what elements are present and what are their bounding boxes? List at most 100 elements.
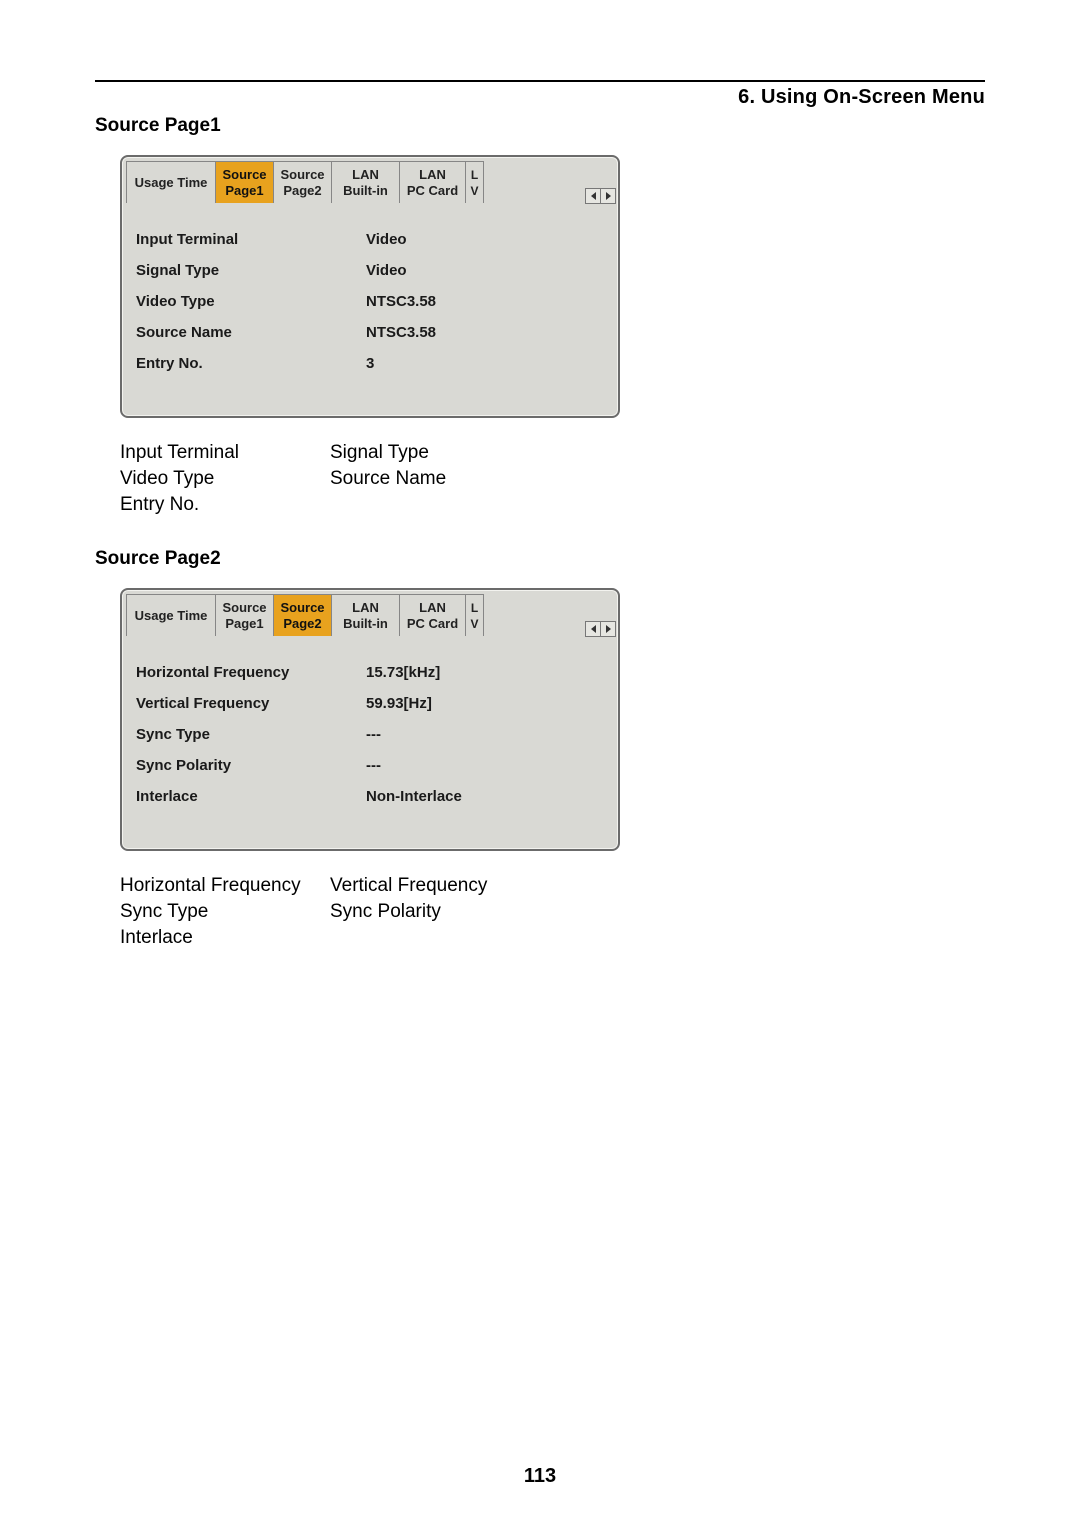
term: Video Type bbox=[120, 466, 330, 492]
info-value: Non-Interlace bbox=[366, 788, 462, 805]
tab-label-line2: Built-in bbox=[343, 183, 388, 199]
tab-label-line1: LAN bbox=[419, 167, 446, 183]
osd-tabbar: Usage Time Source Page1 Source Page2 LAN… bbox=[126, 594, 614, 636]
page-number: 113 bbox=[0, 1465, 1080, 1488]
tab-label-line1: LAN bbox=[352, 167, 379, 183]
tab-lan-pccard[interactable]: LAN PC Card bbox=[400, 594, 466, 636]
tab-label-line1: LAN bbox=[352, 600, 379, 616]
tab-label-line2: PC Card bbox=[407, 183, 458, 199]
info-label: Video Type bbox=[136, 293, 366, 310]
info-row: InterlaceNon-Interlace bbox=[136, 788, 604, 805]
term: Interlace bbox=[120, 925, 330, 951]
tab-scroll-right-button[interactable] bbox=[601, 188, 616, 204]
tab-overflow[interactable]: L V bbox=[466, 161, 484, 203]
tab-label-line1: L bbox=[471, 167, 478, 183]
tab-lan-builtin[interactable]: LAN Built-in bbox=[332, 594, 400, 636]
info-row: Vertical Frequency59.93[Hz] bbox=[136, 695, 604, 712]
info-value: 3 bbox=[366, 355, 374, 372]
osd-body: Input TerminalVideo Signal TypeVideo Vid… bbox=[126, 213, 614, 392]
term: Horizontal Frequency bbox=[120, 873, 330, 899]
section-heading-source-page1: Source Page1 bbox=[95, 115, 985, 137]
info-value: Video bbox=[366, 262, 407, 279]
chapter-title: 6. Using On-Screen Menu bbox=[95, 86, 985, 109]
tab-label-line2: V bbox=[470, 616, 478, 632]
info-label: Source Name bbox=[136, 324, 366, 341]
osd-panel-source-page2: Usage Time Source Page1 Source Page2 LAN… bbox=[120, 588, 620, 851]
info-value: Video bbox=[366, 231, 407, 248]
info-row: Sync Type--- bbox=[136, 726, 604, 743]
tab-label-line1: Source bbox=[222, 600, 266, 616]
tab-label-line2: PC Card bbox=[407, 616, 458, 632]
tab-scroll-arrows bbox=[585, 188, 616, 204]
info-row: Horizontal Frequency15.73[kHz] bbox=[136, 664, 604, 681]
term: Input Terminal bbox=[120, 440, 330, 466]
tab-source-page2[interactable]: Source Page2 bbox=[274, 594, 332, 636]
term: Sync Type bbox=[120, 899, 330, 925]
terms-list-2: Horizontal FrequencyVertical Frequency S… bbox=[120, 873, 985, 951]
tab-label-line2: Page2 bbox=[283, 616, 321, 632]
tab-label-line2: Page1 bbox=[225, 183, 263, 199]
header-rule bbox=[95, 80, 985, 82]
info-row: Sync Polarity--- bbox=[136, 757, 604, 774]
tab-lan-pccard[interactable]: LAN PC Card bbox=[400, 161, 466, 203]
info-label: Sync Polarity bbox=[136, 757, 366, 774]
section-heading-source-page2: Source Page2 bbox=[95, 548, 985, 570]
osd-tabbar: Usage Time Source Page1 Source Page2 LAN… bbox=[126, 161, 614, 203]
chevron-right-icon bbox=[606, 625, 611, 633]
tab-source-page2[interactable]: Source Page2 bbox=[274, 161, 332, 203]
info-value: 15.73[kHz] bbox=[366, 664, 440, 681]
tab-label: Usage Time bbox=[135, 175, 208, 191]
info-label: Sync Type bbox=[136, 726, 366, 743]
info-row: Entry No.3 bbox=[136, 355, 604, 372]
info-value: --- bbox=[366, 726, 381, 743]
tab-usage-time[interactable]: Usage Time bbox=[126, 594, 216, 636]
tab-lan-builtin[interactable]: LAN Built-in bbox=[332, 161, 400, 203]
tab-scroll-arrows bbox=[585, 621, 616, 637]
info-label: Horizontal Frequency bbox=[136, 664, 366, 681]
term bbox=[330, 925, 540, 951]
term: Entry No. bbox=[120, 492, 330, 518]
info-label: Entry No. bbox=[136, 355, 366, 372]
tab-label-line2: V bbox=[470, 183, 478, 199]
info-row: Source NameNTSC3.58 bbox=[136, 324, 604, 341]
info-value: NTSC3.58 bbox=[366, 324, 436, 341]
info-value: 59.93[Hz] bbox=[366, 695, 432, 712]
tab-source-page1[interactable]: Source Page1 bbox=[216, 161, 274, 203]
term: Vertical Frequency bbox=[330, 873, 540, 899]
tab-usage-time[interactable]: Usage Time bbox=[126, 161, 216, 203]
tab-label-line1: Source bbox=[222, 167, 266, 183]
info-label: Signal Type bbox=[136, 262, 366, 279]
term: Signal Type bbox=[330, 440, 540, 466]
info-value: --- bbox=[366, 757, 381, 774]
info-row: Signal TypeVideo bbox=[136, 262, 604, 279]
term: Sync Polarity bbox=[330, 899, 540, 925]
term bbox=[330, 492, 540, 518]
tab-scroll-right-button[interactable] bbox=[601, 621, 616, 637]
osd-body: Horizontal Frequency15.73[kHz] Vertical … bbox=[126, 646, 614, 825]
info-label: Interlace bbox=[136, 788, 366, 805]
document-page: 6. Using On-Screen Menu Source Page1 Usa… bbox=[0, 0, 1080, 1526]
tab-label-line1: L bbox=[471, 600, 478, 616]
tab-label-line2: Built-in bbox=[343, 616, 388, 632]
tab-overflow[interactable]: L V bbox=[466, 594, 484, 636]
info-row: Video TypeNTSC3.58 bbox=[136, 293, 604, 310]
tab-label-line2: Page2 bbox=[283, 183, 321, 199]
tab-label-line1: LAN bbox=[419, 600, 446, 616]
tab-label: Usage Time bbox=[135, 608, 208, 624]
info-row: Input TerminalVideo bbox=[136, 231, 604, 248]
info-label: Vertical Frequency bbox=[136, 695, 366, 712]
terms-list-1: Input TerminalSignal Type Video TypeSour… bbox=[120, 440, 985, 518]
tab-source-page1[interactable]: Source Page1 bbox=[216, 594, 274, 636]
chevron-left-icon bbox=[591, 625, 596, 633]
chevron-left-icon bbox=[591, 192, 596, 200]
term: Source Name bbox=[330, 466, 540, 492]
osd-panel-source-page1: Usage Time Source Page1 Source Page2 LAN… bbox=[120, 155, 620, 418]
tab-scroll-left-button[interactable] bbox=[585, 621, 601, 637]
tab-label-line1: Source bbox=[280, 167, 324, 183]
info-label: Input Terminal bbox=[136, 231, 366, 248]
chevron-right-icon bbox=[606, 192, 611, 200]
tab-label-line2: Page1 bbox=[225, 616, 263, 632]
tab-scroll-left-button[interactable] bbox=[585, 188, 601, 204]
info-value: NTSC3.58 bbox=[366, 293, 436, 310]
tab-label-line1: Source bbox=[280, 600, 324, 616]
